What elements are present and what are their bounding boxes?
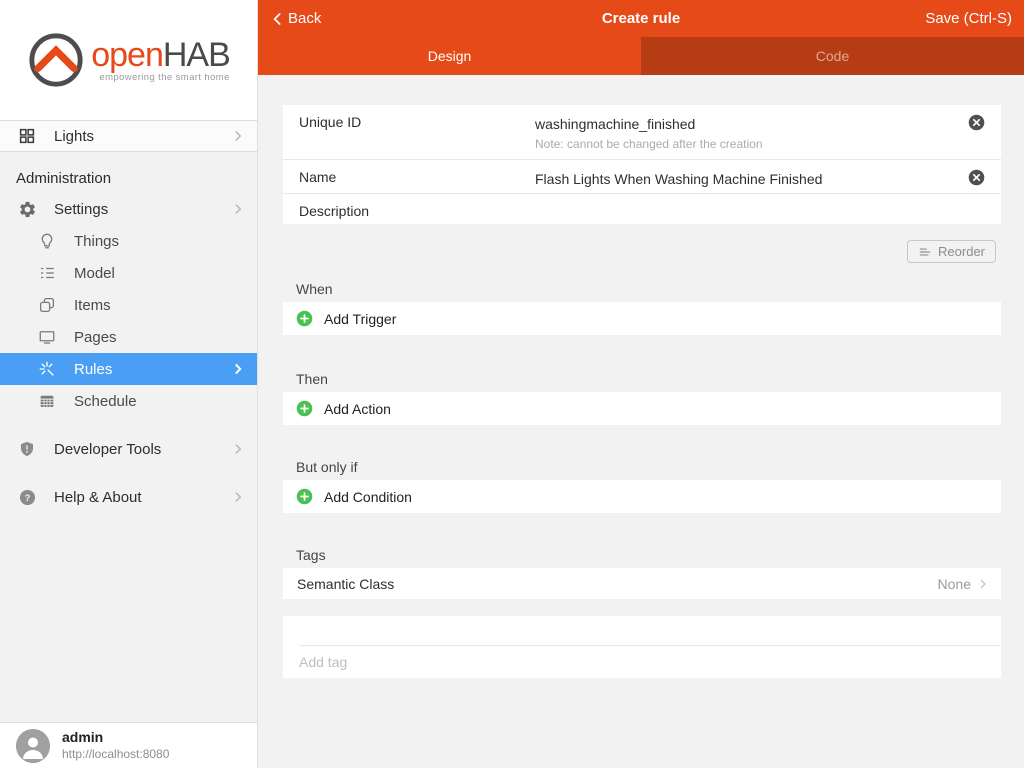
app-window: openHAB empowering the smart home Lights… (0, 0, 1024, 768)
lightbulb-icon (36, 230, 58, 252)
sidebar-item-label: Rules (74, 360, 113, 378)
chevron-right-icon (975, 576, 991, 592)
add-trigger-button[interactable]: Add Trigger (283, 302, 1001, 335)
chevron-right-icon (229, 488, 247, 506)
tab-code[interactable]: Code (641, 37, 1024, 75)
logo-area: openHAB empowering the smart home (0, 0, 257, 120)
user-name: admin (62, 729, 104, 746)
back-label: Back (288, 10, 322, 27)
brand-tagline: empowering the smart home (99, 71, 230, 83)
sidebar-item-rules[interactable]: Rules (0, 353, 257, 385)
sidebar-item-label: Items (74, 296, 111, 314)
add-trigger-label: Add Trigger (324, 310, 397, 327)
semantic-class-row[interactable]: Semantic Class None (283, 568, 1001, 599)
user-url: http://localhost:8080 (62, 746, 170, 761)
gear-icon (16, 198, 38, 220)
semantic-class-value: None (937, 575, 971, 592)
reorder-icon (918, 245, 932, 259)
rule-fields-card: Unique ID Note: cannot be changed after … (283, 105, 1001, 224)
sidebar-item-label: Schedule (74, 392, 137, 410)
monitor-icon (36, 326, 58, 348)
sidebar-item-help-about[interactable]: ? Help & About (0, 481, 257, 513)
description-input[interactable] (535, 203, 985, 223)
svg-text:?: ? (24, 492, 30, 503)
plus-circle-icon (296, 488, 313, 505)
reorder-button[interactable]: Reorder (907, 240, 996, 263)
sidebar-item-pages[interactable]: Pages (0, 321, 257, 353)
brand-open: open (91, 35, 164, 74)
but-only-if-section-label: But only if (296, 459, 358, 475)
chevron-right-icon (229, 127, 247, 145)
stacked-squares-icon (36, 294, 58, 316)
sidebar-item-label: Settings (54, 200, 109, 218)
brand-hab: HAB (162, 35, 231, 74)
unique-id-input[interactable] (535, 114, 960, 134)
main-panel: Back Create rule Save (Ctrl-S) Design Co… (258, 0, 1024, 768)
rule-form: Unique ID Note: cannot be changed after … (258, 75, 1024, 768)
sparkle-icon (36, 358, 58, 380)
save-button[interactable]: Save (Ctrl-S) (925, 10, 1012, 27)
sidebar-item-label: Developer Tools (54, 440, 162, 458)
plus-circle-icon (296, 310, 313, 327)
sidebar-item-label: Model (74, 264, 115, 282)
add-tag-input[interactable] (299, 654, 985, 670)
list-icon (36, 262, 58, 284)
sidebar-item-things[interactable]: Things (0, 225, 257, 257)
sidebar-item-model[interactable]: Model (0, 257, 257, 289)
avatar (16, 728, 50, 763)
sidebar-item-settings[interactable]: Settings (0, 193, 257, 225)
description-label: Description (299, 203, 370, 219)
add-condition-label: Add Condition (324, 488, 412, 505)
tab-design[interactable]: Design (258, 37, 641, 75)
add-condition-button[interactable]: Add Condition (283, 480, 1001, 513)
name-row: Name (283, 160, 1001, 194)
openhab-logo: openHAB empowering the smart home (27, 31, 231, 89)
sidebar-item-items[interactable]: Items (0, 289, 257, 321)
clear-unique-id-icon[interactable] (968, 114, 985, 131)
topbar: Back Create rule Save (Ctrl-S) (258, 0, 1024, 37)
sidebar-item-label: Things (74, 232, 120, 250)
unique-id-note: Note: cannot be changed after the creati… (535, 137, 763, 151)
user-account[interactable]: admin http://localhost:8080 (0, 722, 257, 768)
reorder-label: Reorder (938, 244, 985, 259)
chevron-right-icon (229, 200, 247, 218)
add-action-label: Add Action (324, 400, 391, 417)
chevron-right-icon (229, 360, 247, 378)
sidebar: openHAB empowering the smart home Lights… (0, 0, 258, 768)
shield-exclamation-icon (16, 438, 38, 460)
sidebar-item-label: Help & About (54, 488, 142, 506)
description-row: Description (283, 194, 1001, 224)
add-action-button[interactable]: Add Action (283, 392, 1001, 425)
sidebar-item-schedule[interactable]: Schedule (0, 385, 257, 417)
chevron-right-icon (229, 440, 247, 458)
sidebar-item-label: Pages (74, 328, 117, 346)
name-label: Name (299, 169, 337, 185)
back-button[interactable]: Back (270, 10, 321, 27)
tags-list-empty (299, 616, 1001, 646)
semantic-class-label: Semantic Class (297, 575, 395, 592)
page-title: Create rule (601, 10, 681, 27)
plus-circle-icon (296, 400, 313, 417)
sidebar-item-lights[interactable]: Lights (0, 120, 257, 152)
sidebar-item-developer-tools[interactable]: Developer Tools (0, 433, 257, 465)
tags-section-label: Tags (296, 547, 326, 563)
tags-editor-card (283, 616, 1001, 678)
unique-id-label: Unique ID (299, 114, 362, 130)
then-section-label: Then (296, 371, 328, 387)
clear-name-icon[interactable] (968, 169, 985, 186)
openhab-logo-icon (27, 31, 85, 89)
name-input[interactable] (535, 169, 960, 189)
unique-id-row: Unique ID Note: cannot be changed after … (283, 105, 1001, 160)
when-section-label: When (296, 281, 333, 297)
grid-icon (16, 125, 38, 147)
logo-text: openHAB empowering the smart home (91, 35, 231, 83)
chevron-left-icon (270, 11, 286, 27)
admin-section-label: Administration (16, 170, 112, 187)
tabbar: Design Code (258, 37, 1024, 75)
sidebar-item-label: Lights (54, 127, 95, 145)
question-circle-icon: ? (16, 486, 38, 508)
calendar-icon (36, 390, 58, 412)
